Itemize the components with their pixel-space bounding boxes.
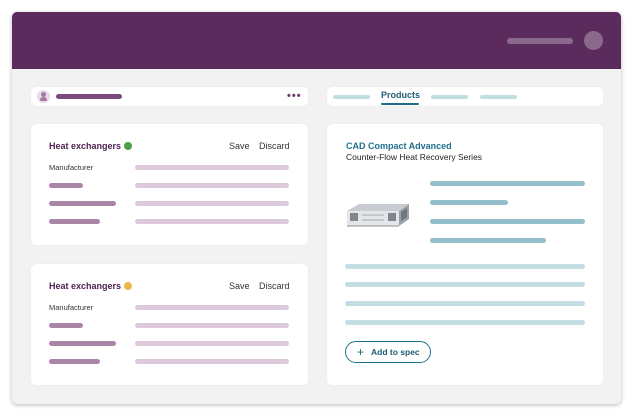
heat-recovery-unit-image bbox=[347, 204, 409, 227]
field-label-placeholder bbox=[49, 219, 100, 224]
field-value-placeholder[interactable] bbox=[135, 323, 289, 328]
field-label-placeholder bbox=[49, 201, 116, 206]
spec-line-placeholder bbox=[430, 238, 546, 243]
field-value-placeholder[interactable] bbox=[135, 201, 289, 206]
field-label-placeholder bbox=[49, 183, 83, 188]
top-navigation-bar bbox=[12, 12, 621, 69]
field-value-placeholder[interactable] bbox=[135, 183, 289, 188]
manufacturer-label: Manufacturer bbox=[49, 303, 94, 312]
heat-exchangers-card: Heat exchangers Save Discard Manufacture… bbox=[31, 124, 308, 245]
save-button[interactable]: Save bbox=[229, 141, 250, 152]
breadcrumb-bar: ••• bbox=[31, 87, 308, 106]
field-value-placeholder[interactable] bbox=[135, 341, 289, 346]
plus-icon: + bbox=[357, 345, 365, 359]
spec-line-placeholder bbox=[430, 200, 508, 205]
product-tabs-bar: Products bbox=[327, 87, 603, 106]
product-subtitle: Counter-Flow Heat Recovery Series bbox=[346, 152, 483, 162]
user-icon bbox=[37, 90, 50, 103]
app-window: ••• Products Heat exchangers Save Discar… bbox=[12, 12, 621, 404]
spec-line-placeholder bbox=[430, 219, 585, 224]
heat-exchangers-card: Heat exchangers Save Discard Manufacture… bbox=[31, 264, 308, 385]
description-line-placeholder bbox=[345, 301, 585, 306]
breadcrumb-title-placeholder[interactable] bbox=[56, 94, 122, 99]
field-value-placeholder[interactable] bbox=[135, 219, 289, 224]
manufacturer-label: Manufacturer bbox=[49, 163, 94, 172]
user-name-placeholder[interactable] bbox=[507, 38, 573, 44]
field-value-placeholder[interactable] bbox=[135, 359, 289, 364]
add-to-spec-label: Add to spec bbox=[371, 347, 420, 357]
discard-button[interactable]: Discard bbox=[259, 281, 290, 292]
tab-products[interactable]: Products bbox=[381, 90, 420, 101]
discard-button[interactable]: Discard bbox=[259, 141, 290, 152]
card-title: Heat exchangers bbox=[49, 281, 122, 291]
status-indicator-green bbox=[124, 142, 132, 150]
spec-line-placeholder bbox=[430, 181, 585, 186]
card-title: Heat exchangers bbox=[49, 141, 122, 151]
status-indicator-yellow bbox=[124, 282, 132, 290]
manufacturer-value-placeholder[interactable] bbox=[135, 305, 289, 310]
save-button[interactable]: Save bbox=[229, 281, 250, 292]
user-avatar-icon[interactable] bbox=[584, 31, 603, 50]
description-line-placeholder bbox=[345, 282, 585, 287]
field-label-placeholder bbox=[49, 323, 83, 328]
manufacturer-value-placeholder[interactable] bbox=[135, 165, 289, 170]
active-tab-indicator bbox=[381, 103, 419, 105]
description-line-placeholder bbox=[345, 320, 585, 325]
tab-placeholder[interactable] bbox=[480, 95, 517, 99]
more-horizontal-icon[interactable]: ••• bbox=[287, 89, 302, 103]
field-label-placeholder bbox=[49, 359, 100, 364]
description-line-placeholder bbox=[345, 264, 585, 269]
add-to-spec-button[interactable]: + Add to spec bbox=[345, 341, 431, 363]
tab-placeholder[interactable] bbox=[333, 95, 370, 99]
tab-placeholder[interactable] bbox=[431, 95, 468, 99]
product-name[interactable]: CAD Compact Advanced bbox=[346, 141, 452, 152]
field-label-placeholder bbox=[49, 341, 116, 346]
product-detail-card: CAD Compact Advanced Counter-Flow Heat R… bbox=[327, 124, 603, 385]
